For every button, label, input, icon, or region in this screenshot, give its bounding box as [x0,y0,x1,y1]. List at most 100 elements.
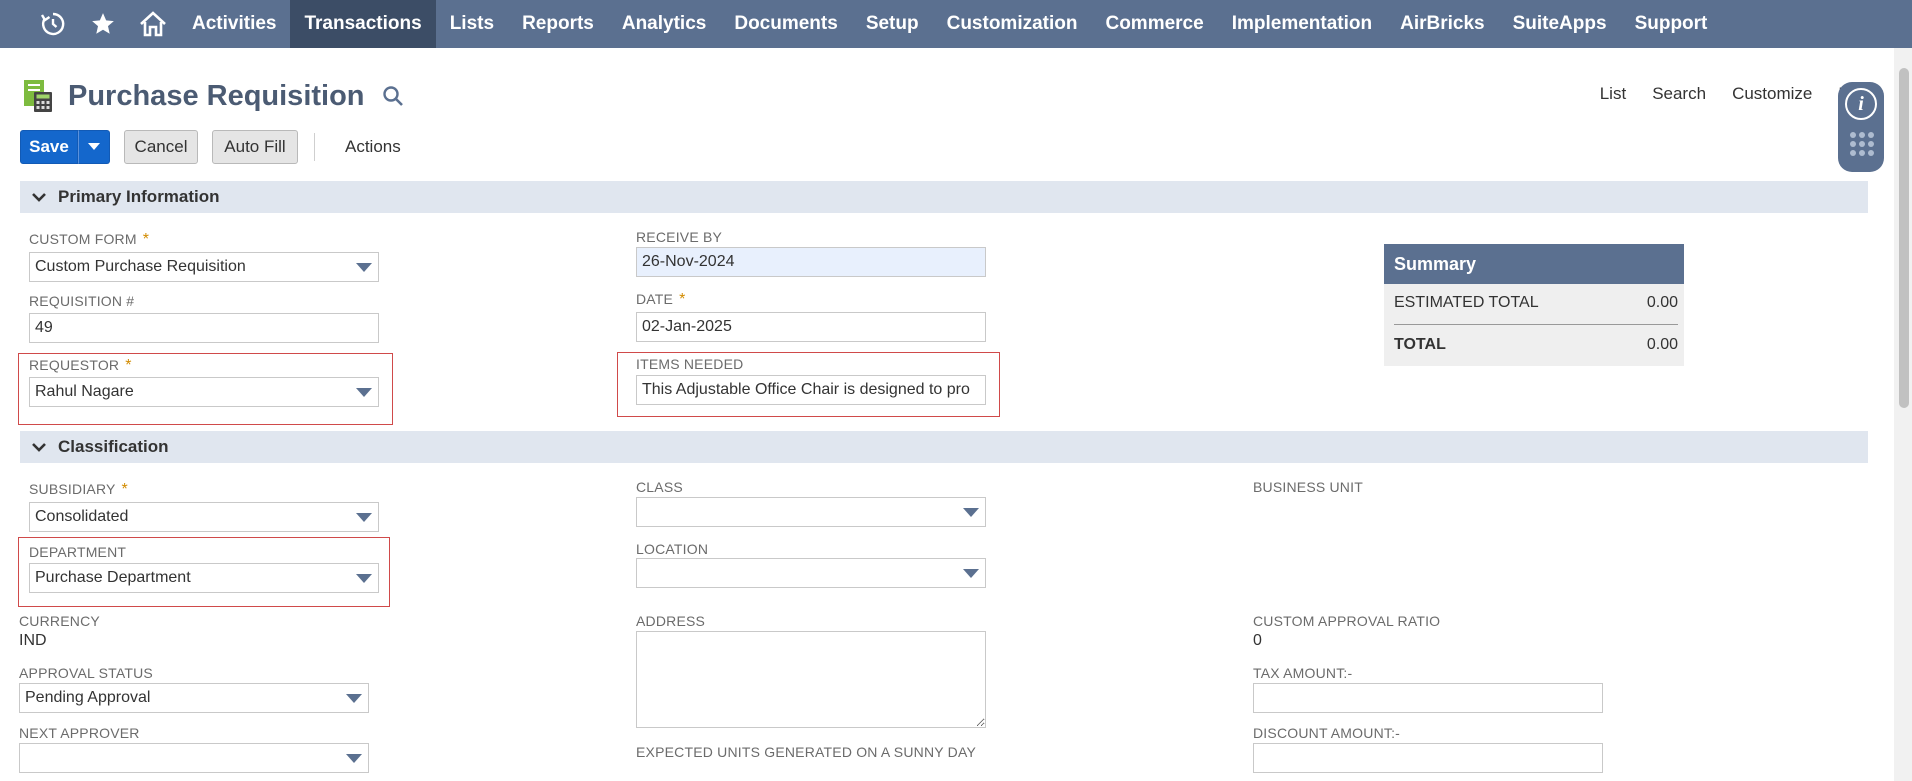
floating-help-widget[interactable]: i [1838,82,1884,172]
dropdown-arrow-icon [356,574,372,583]
custom-form-value: Custom Purchase Requisition [35,258,246,275]
actions-menu[interactable]: Actions [345,137,401,157]
chevron-down-icon[interactable] [30,188,48,206]
required-marker: * [679,291,686,308]
dropdown-arrow-icon [346,694,362,703]
discount-amount-label: DISCOUNT AMOUNT:- [1253,725,1401,741]
tax-amount-input[interactable] [1253,683,1603,713]
discount-amount-input[interactable] [1253,743,1603,773]
nav-customization[interactable]: Customization [933,0,1092,48]
date-label: DATE * [636,291,686,308]
next-approver-select[interactable] [19,743,369,773]
purchase-requisition-icon [24,80,52,112]
requestor-select[interactable]: Rahul Nagare [29,377,379,407]
items-needed-label: ITEMS NEEDED [636,356,744,372]
dropdown-arrow-icon [356,263,372,272]
save-menu-button[interactable] [78,130,110,164]
nav-lists[interactable]: Lists [436,0,508,48]
subsidiary-select[interactable]: Consolidated [29,502,379,532]
nav-documents[interactable]: Documents [720,0,851,48]
top-navigation: Activities Transactions Lists Reports An… [0,0,1912,48]
custom-form-label: CUSTOM FORM * [29,231,150,248]
nav-support[interactable]: Support [1621,0,1722,48]
requisition-number-input[interactable]: 49 [29,313,379,343]
department-value: Purchase Department [35,569,191,586]
dropdown-arrow-icon [346,754,362,763]
search-link[interactable]: Search [1652,84,1706,104]
page: Activities Transactions Lists Reports An… [0,0,1912,781]
required-marker: * [121,481,128,498]
info-icon[interactable]: i [1845,88,1877,120]
total-label: TOTAL [1394,336,1446,353]
required-marker: * [142,231,150,248]
section-classification[interactable]: Classification [20,431,1868,463]
star-icon[interactable] [78,0,128,48]
nav-reports[interactable]: Reports [508,0,608,48]
total-row: TOTAL 0.00 [1394,336,1678,354]
location-select[interactable] [636,558,986,588]
list-link[interactable]: List [1600,84,1626,104]
subsidiary-label: SUBSIDIARY * [29,481,128,498]
auto-fill-button[interactable]: Auto Fill [212,130,298,164]
nav-setup[interactable]: Setup [852,0,933,48]
approval-status-value: Pending Approval [25,689,151,706]
nav-transactions[interactable]: Transactions [290,0,436,48]
required-marker: * [125,357,132,374]
drag-handle-icon[interactable] [1850,132,1874,156]
custom-approval-ratio-label: CUSTOM APPROVAL RATIO [1253,613,1441,629]
custom-form-select[interactable]: Custom Purchase Requisition [29,252,379,282]
class-label: CLASS [636,479,683,495]
page-title: Purchase Requisition [68,79,365,112]
receive-by-label: RECEIVE BY [636,229,723,245]
search-icon[interactable] [381,84,405,108]
requestor-value: Rahul Nagare [35,383,134,400]
home-icon[interactable] [128,0,178,48]
address-textarea[interactable] [636,631,986,728]
toolbar-divider [314,133,315,161]
section-title: Primary Information [58,187,220,206]
summary-title: Summary [1384,244,1684,284]
custom-approval-ratio-value: 0 [1253,632,1262,649]
currency-label: CURRENCY [19,613,100,629]
dropdown-arrow-icon [356,513,372,522]
business-unit-label: BUSINESS UNIT [1253,479,1363,495]
items-needed-input[interactable]: This Adjustable Office Chair is designed… [636,375,986,405]
receive-by-input[interactable]: 26-Nov-2024 [636,247,986,277]
subsidiary-value: Consolidated [35,508,129,525]
recent-icon[interactable] [28,0,78,48]
nav-implementation[interactable]: Implementation [1218,0,1386,48]
nav-analytics[interactable]: Analytics [608,0,720,48]
estimated-total-label: ESTIMATED TOTAL [1394,294,1539,311]
date-input[interactable]: 02-Jan-2025 [636,312,986,342]
chevron-down-icon[interactable] [30,438,48,456]
nav-suiteapps[interactable]: SuiteApps [1499,0,1621,48]
department-select[interactable]: Purchase Department [29,563,379,593]
summary-divider [1394,324,1678,325]
section-primary-information[interactable]: Primary Information [20,181,1868,213]
requisition-number-label: REQUISITION # [29,293,135,309]
customize-link[interactable]: Customize [1732,84,1812,104]
dropdown-arrow-icon [963,508,979,517]
cancel-button[interactable]: Cancel [124,130,198,164]
title-row: Purchase Requisition [20,76,405,116]
next-approver-label: NEXT APPROVER [19,725,140,741]
header-links: List Search Customize Mo [1574,84,1862,104]
caret-down-icon [88,143,100,150]
expected-units-label: EXPECTED UNITS GENERATED ON A SUNNY DAY [636,744,976,760]
approval-status-label: APPROVAL STATUS [19,665,153,681]
nav-commerce[interactable]: Commerce [1091,0,1217,48]
nav-airbricks[interactable]: AirBricks [1386,0,1499,48]
receive-by-value: 26-Nov-2024 [642,253,735,270]
scrollbar-thumb[interactable] [1899,68,1909,408]
currency-value: IND [19,632,47,649]
class-select[interactable] [636,497,986,527]
nav-activities[interactable]: Activities [178,0,290,48]
approval-status-select[interactable]: Pending Approval [19,683,369,713]
section-title: Classification [58,437,169,456]
department-label: DEPARTMENT [29,544,127,560]
requestor-label: REQUESTOR * [29,357,132,374]
save-button[interactable]: Save [20,130,78,164]
total-value: 0.00 [1646,336,1678,353]
estimated-total-row: ESTIMATED TOTAL 0.00 [1394,294,1678,312]
address-label: ADDRESS [636,613,706,629]
